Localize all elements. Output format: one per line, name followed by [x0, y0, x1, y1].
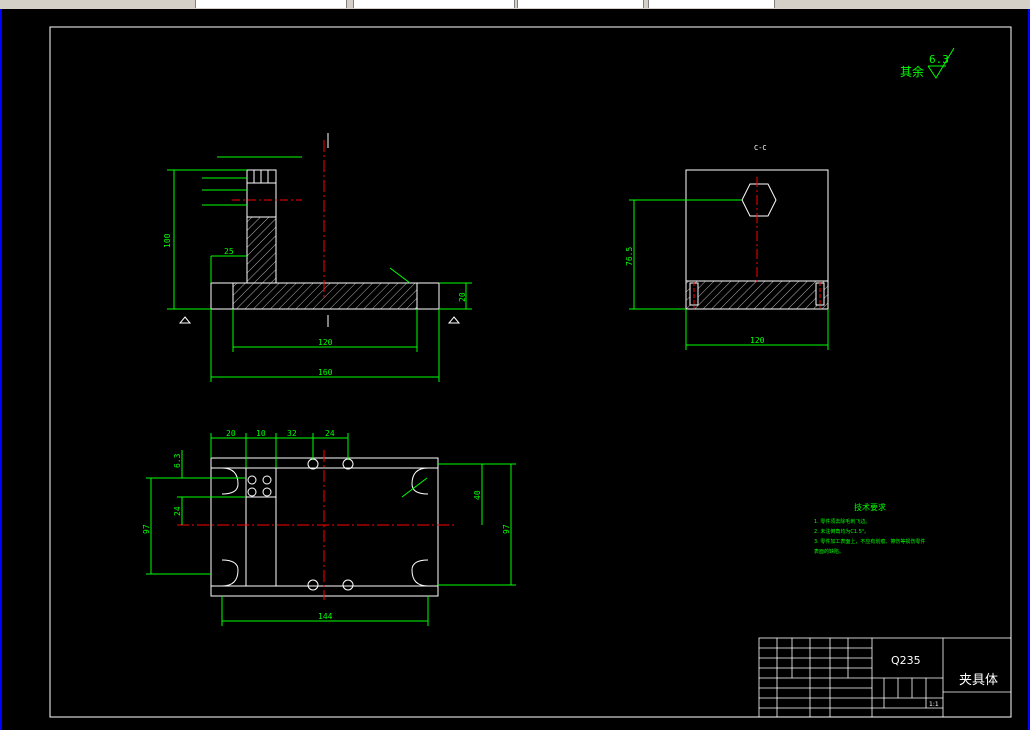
dim-plan-small: 24: [173, 506, 182, 516]
toolbar-field[interactable]: [353, 0, 515, 8]
roughness-symbol: 其余 6.3: [900, 47, 955, 79]
dim-side-height: 76.5: [625, 247, 634, 266]
title-part-name: 夹具体: [959, 673, 998, 688]
title-material: Q235: [891, 654, 921, 667]
dim-front-inner: 120: [318, 338, 333, 347]
dim-front-height: 100: [163, 233, 172, 248]
side-view: C-C 76.5 120: [625, 144, 829, 350]
toolbar-field[interactable]: [195, 0, 347, 8]
dim-plan-d4: 24: [325, 429, 335, 438]
tech-item-4: 表面的缺陷。: [814, 548, 844, 555]
roughness-label: 其余: [900, 64, 924, 79]
section-label: C-C: [754, 144, 767, 152]
drawing-svg: 其余 6.3 100 20 120 160 25 C-C 76.5 120 20…: [49, 26, 1012, 718]
roughness-value: 6.3: [929, 53, 949, 66]
title-scale: 1:1: [929, 701, 939, 708]
dim-plan-top: 6.3: [173, 453, 182, 468]
title-block: Q235 夹具体 1:1: [758, 637, 1012, 718]
dim-front-offset: 25: [224, 247, 234, 256]
dim-plan-right: 97: [502, 524, 511, 534]
dim-plan-d1: 20: [226, 429, 236, 438]
dim-front-base: 20: [458, 292, 467, 302]
dim-front-outer: 160: [318, 368, 333, 377]
tech-item-3: 3. 零件加工表面上，不应有划痕、擦伤等损伤零件: [814, 538, 925, 545]
dim-plan-left: 97: [142, 524, 151, 534]
dim-plan-d2: 10: [256, 429, 266, 438]
toolbar-field[interactable]: [517, 0, 644, 8]
sheet-border: [49, 26, 1012, 718]
technical-requirements: 技术要求 1. 零件须去除毛刺飞边。 2. 未注倒角均为C1.5°。 3. 零件…: [814, 502, 925, 555]
dim-side-width: 120: [750, 336, 765, 345]
toolbar-field[interactable]: [648, 0, 775, 8]
tech-item-2: 2. 未注倒角均为C1.5°。: [814, 528, 869, 535]
tech-item-1: 1. 零件须去除毛刺飞边。: [814, 518, 870, 525]
dim-plan-width: 144: [318, 612, 333, 621]
cad-drawing-canvas[interactable]: 其余 6.3 100 20 120 160 25 C-C 76.5 120 20…: [0, 9, 1030, 730]
dim-plan-mid: 40: [473, 490, 482, 500]
dim-plan-d3: 32: [287, 429, 297, 438]
plan-view: 20 10 32 24 97 6.3 24 97 40 144: [142, 429, 516, 626]
tech-title: 技术要求: [854, 502, 886, 512]
front-view: 100 20 120 160 25: [163, 133, 472, 382]
